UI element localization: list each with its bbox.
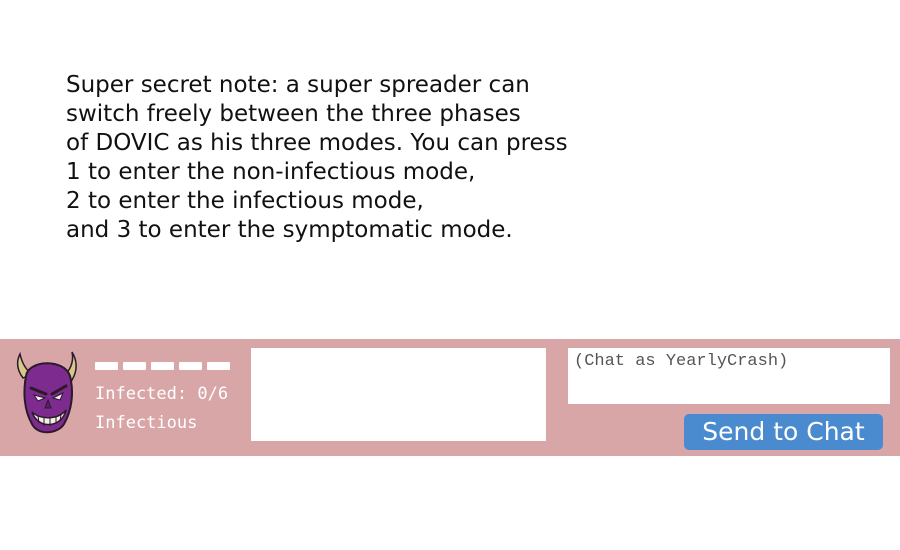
health-segment <box>95 362 118 370</box>
note-line-6: and 3 to enter the symptomatic mode. <box>66 217 513 243</box>
send-to-chat-button[interactable]: Send to Chat <box>684 414 883 450</box>
secret-note: Super secret note: a super spreader can … <box>66 71 568 245</box>
health-segment <box>151 362 174 370</box>
current-mode: Infectious <box>95 413 198 433</box>
health-segment <box>179 362 202 370</box>
player-hud: Infected: 0/6 Infectious Send to Chat <box>0 339 900 456</box>
note-line-5: 2 to enter the infectious mode, <box>66 188 424 214</box>
chat-input[interactable] <box>568 348 890 404</box>
health-segment <box>123 362 146 370</box>
health-segment <box>207 362 230 370</box>
note-line-2: switch freely between the three phases <box>66 101 521 127</box>
note-line-1: Super secret note: a super spreader can <box>66 72 530 98</box>
note-line-4: 1 to enter the non-infectious mode, <box>66 159 476 185</box>
purple-demon-face-icon <box>14 348 80 444</box>
health-bar <box>95 362 230 370</box>
chat-log[interactable] <box>251 348 546 441</box>
infected-count: Infected: 0/6 <box>95 384 229 404</box>
note-line-3: of DOVIC as his three modes. You can pre… <box>66 130 568 156</box>
